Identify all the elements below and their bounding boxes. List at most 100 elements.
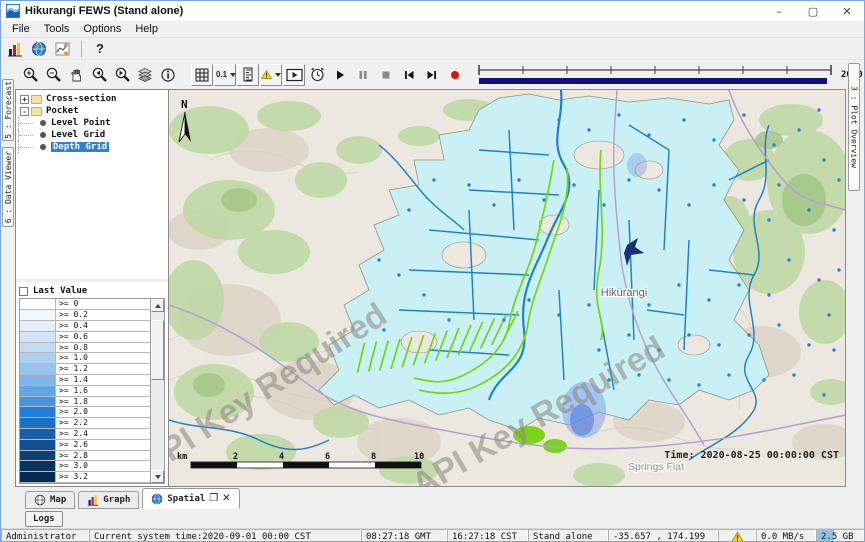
legend-row[interactable]: >= 3.0 (20, 461, 150, 472)
tree-node-cross-section[interactable]: + Cross-section (18, 93, 168, 105)
time-settings-button[interactable] (306, 65, 328, 85)
legend-color-swatch (20, 364, 56, 374)
pause-button[interactable] (352, 65, 374, 85)
animation-button[interactable] (283, 64, 305, 86)
tree-node-label[interactable]: Level Point (51, 118, 111, 128)
legend-row[interactable]: >= 1.0 (20, 353, 150, 364)
timeseries-dialog-button[interactable] (52, 39, 74, 59)
scale-bar-button[interactable] (237, 64, 259, 86)
stop-button[interactable] (375, 65, 397, 85)
tab-forecast[interactable]: 5 : Forecast (2, 79, 14, 141)
legend-row[interactable]: >= 0.2 (20, 310, 150, 321)
last-value-checkbox[interactable] (19, 287, 28, 296)
legend-row[interactable]: >= 1.2 (20, 364, 150, 375)
zoom-out-button[interactable] (42, 65, 64, 85)
tree-node-label-selected[interactable]: Depth Grid (51, 142, 109, 152)
legend-color-swatch (20, 321, 56, 331)
scroll-thumb[interactable] (151, 320, 164, 380)
timer-icon (309, 66, 326, 83)
menu-options[interactable]: Options (76, 22, 128, 36)
expand-icon[interactable]: + (20, 95, 29, 104)
legend-row-label: >= 0.6 (56, 332, 150, 342)
tree-node-level-grid[interactable]: Level Grid (18, 129, 168, 141)
help-button[interactable]: ? (89, 39, 111, 59)
zoom-previous-button[interactable] (88, 65, 110, 85)
legend-row[interactable]: >= 2.2 (20, 418, 150, 429)
globe-icon (34, 494, 46, 506)
thresholds-dropdown[interactable] (260, 64, 282, 86)
legend-row[interactable]: >= 0.6 (20, 332, 150, 343)
map-view[interactable]: API Key Required API Key Required Hikura… (169, 89, 846, 487)
legend-row[interactable]: >= 1.4 (20, 375, 150, 386)
tab-data-viewer[interactable]: 6 : Data Viewer (2, 147, 14, 227)
status-mode: Stand alone (528, 529, 608, 542)
time-span-bar[interactable] (479, 78, 827, 84)
legend-row[interactable]: >= 0.4 (20, 321, 150, 332)
folder-icon (31, 95, 42, 104)
time-slider[interactable] (475, 63, 835, 87)
menu-help[interactable]: Help (128, 22, 165, 36)
step-forward-button[interactable] (421, 65, 443, 85)
legend-row[interactable]: >= 2.8 (20, 451, 150, 462)
collapse-icon[interactable]: - (20, 107, 29, 116)
status-warning[interactable] (718, 529, 756, 542)
spatial-display-button[interactable] (28, 39, 50, 59)
zoom-in-icon (22, 66, 39, 83)
step-back-button[interactable] (398, 65, 420, 85)
legend-row[interactable]: >= 2.4 (20, 429, 150, 440)
tree-node-label[interactable]: Pocket (46, 106, 79, 116)
legend-row-label: >= 2.6 (56, 440, 150, 450)
tab-data-viewer-label: 6 : Data Viewer (4, 151, 13, 223)
legend-row-label: >= 1.2 (56, 364, 150, 374)
springs-flat-label: Springs Flat (628, 461, 684, 473)
legend-color-swatch (20, 429, 56, 439)
tab-maximize-icon[interactable]: ❐ (209, 493, 218, 504)
zoom-in-button[interactable] (19, 65, 41, 85)
menu-tools[interactable]: Tools (37, 22, 77, 36)
explorer-button[interactable] (4, 39, 26, 59)
tab-close-icon[interactable]: ✕ (222, 493, 230, 504)
tab-forecast-label: 5 : Forecast (4, 81, 13, 139)
tab-map[interactable]: Map (25, 491, 75, 509)
layer-bullet-icon (40, 132, 46, 138)
pan-button[interactable] (65, 65, 87, 85)
legend-row[interactable]: >= 2.6 (20, 440, 150, 451)
scroll-down-icon[interactable] (151, 470, 164, 483)
scroll-up-icon[interactable] (151, 299, 164, 312)
legend-color-swatch (20, 375, 56, 385)
layers-button[interactable] (134, 65, 156, 85)
tree-node-depth-grid[interactable]: Depth Grid (18, 141, 168, 153)
window-title: Hikurangi FEWS (Stand alone) (25, 5, 183, 17)
info-button[interactable] (157, 65, 179, 85)
menu-file[interactable]: File (5, 22, 37, 36)
tab-spatial[interactable]: Spatial ❐ ✕ (142, 488, 239, 509)
record-button[interactable] (444, 65, 466, 85)
tree-connector (18, 141, 40, 153)
legend-scrollbar[interactable] (150, 299, 164, 483)
legend-row[interactable]: >= 0.8 (20, 343, 150, 354)
warning-icon (261, 67, 272, 82)
play-button[interactable] (329, 65, 351, 85)
tree-node-pocket[interactable]: - Pocket (18, 105, 168, 117)
legend-color-swatch (20, 299, 56, 309)
legend-row[interactable]: >= 3.2 (20, 472, 150, 483)
legend-row[interactable]: >= 1.6 (20, 386, 150, 397)
tab-graph[interactable]: Graph (78, 491, 139, 509)
tree-node-label[interactable]: Level Grid (51, 130, 105, 140)
chevron-down-icon (230, 73, 236, 77)
legend-row[interactable]: >= 1.8 (20, 397, 150, 408)
point-size-dropdown[interactable]: 0.1 (214, 64, 236, 86)
tree-node-label[interactable]: Cross-section (46, 94, 116, 104)
left-tab-strip: 5 : Forecast 6 : Data Viewer (1, 89, 15, 487)
map-canvas[interactable]: API Key Required API Key Required Hikura… (169, 90, 846, 486)
legend-row[interactable]: >= 0 (20, 299, 150, 310)
tree-node-level-point[interactable]: Level Point (18, 117, 168, 129)
legend-row[interactable]: >= 2.0 (20, 407, 150, 418)
logs-button[interactable]: Logs (25, 511, 63, 527)
minimize-button[interactable]: – (762, 1, 796, 21)
tab-plot-overview[interactable]: 3 : Plot Overview (848, 63, 860, 191)
grid-display-button[interactable] (191, 64, 213, 86)
close-button[interactable]: ✕ (830, 1, 864, 21)
zoom-next-button[interactable] (111, 65, 133, 85)
maximize-button[interactable]: ▢ (796, 1, 830, 21)
